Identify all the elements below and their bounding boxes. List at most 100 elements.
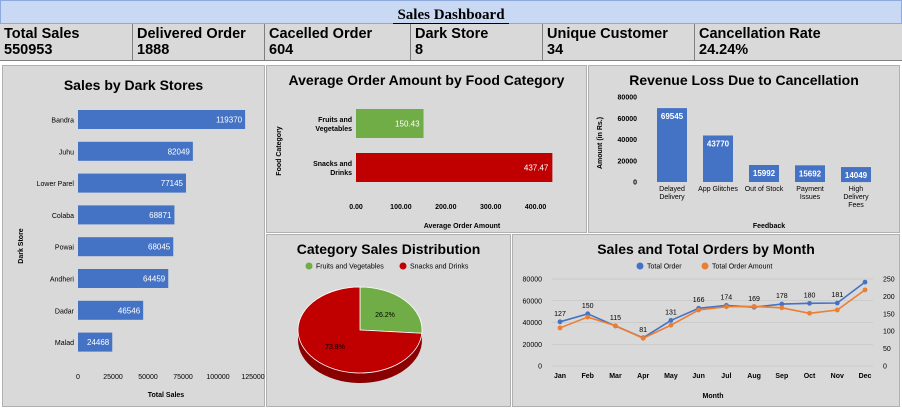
- x-tick-label: Dec: [859, 373, 872, 380]
- legend-swatch: [636, 262, 644, 270]
- x-axis-title: Month: [703, 393, 724, 400]
- x-tick-label: 100.00: [390, 204, 412, 211]
- x-tick-label: 300.00: [480, 204, 502, 211]
- x-tick-label: Aug: [747, 373, 761, 380]
- x-tick-label: Jun: [692, 373, 704, 380]
- x-axis-title: Average Order Amount: [424, 223, 501, 230]
- category-label: Juhu: [59, 149, 74, 156]
- y-tick-label: 0: [633, 180, 637, 187]
- category-label: Fees: [848, 202, 864, 209]
- data-label: 150.43: [395, 120, 420, 129]
- data-point: [668, 318, 674, 323]
- revenue-loss-chart: 02000040000600008000069545DelayedDeliver…: [597, 95, 871, 230]
- kpi-value: 604: [269, 42, 294, 58]
- data-label: 46546: [118, 306, 141, 315]
- kpi-label: Cacelled Order: [269, 26, 373, 42]
- data-label: 77145: [161, 179, 184, 188]
- category-label: High: [849, 186, 864, 193]
- data-point: [807, 300, 812, 306]
- category-label: App Glitches: [698, 186, 738, 193]
- x-axis-title: Feedback: [753, 223, 785, 230]
- category-label: Bandra: [51, 118, 74, 125]
- legend-label: Fruits and Vegetables: [316, 264, 384, 271]
- kpi-cancelled-order: Cacelled Order 604: [265, 24, 411, 61]
- data-label: 64459: [143, 275, 166, 284]
- x-tick-label: 400.00: [525, 204, 547, 211]
- data-label: 14049: [845, 171, 868, 180]
- x-tick-label: 0: [76, 374, 80, 381]
- kpi-dark-store: Dark Store 8: [411, 24, 543, 61]
- legend-swatch: [701, 262, 709, 270]
- data-point: [613, 323, 618, 329]
- category-label: Malad: [55, 340, 74, 347]
- panel-avg-order-amount: Average Order Amount by Food Category 15…: [266, 65, 587, 233]
- y-right-tick-label: 250: [883, 277, 895, 284]
- kpi-unique-customer: Unique Customer 34: [543, 24, 695, 61]
- y-left-tick-label: 80000: [523, 277, 543, 284]
- legend-label: Total Order Amount: [712, 264, 772, 271]
- y-left-tick-label: 40000: [523, 320, 543, 327]
- category-label: Delivery: [659, 194, 685, 201]
- x-tick-label: 200.00: [435, 204, 457, 211]
- sales-orders-month-chart: 0 20000 40000 60000 80000 0 50 100 150 200 250 Jan F…: [523, 262, 895, 400]
- avg-order-amount-chart: 150.43 Fruits and Vegetables 437.47 Snacks a…: [276, 109, 553, 230]
- data-label: 24468: [87, 338, 110, 347]
- category-label: Powai: [55, 245, 75, 252]
- y-axis-title: Food Category: [276, 126, 283, 175]
- kpi-value: 8: [415, 42, 424, 58]
- x-tick-label: 100000: [206, 374, 229, 381]
- kpi-label: Delivered Order: [137, 26, 246, 42]
- dashboard-title: Sales Dashboard: [393, 7, 509, 24]
- data-label: 174: [721, 294, 733, 301]
- x-tick-label: May: [664, 373, 678, 380]
- y-tick-label: 20000: [618, 158, 638, 165]
- legend-swatch: [305, 262, 313, 270]
- pie-slice: [359, 286, 423, 334]
- panel-sales-orders-month: Sales and Total Orders by Month 0 20000 40…: [512, 234, 900, 407]
- category-label: Dadar: [55, 308, 75, 315]
- y-right-tick-label: 200: [883, 294, 895, 301]
- series-line: [559, 289, 866, 340]
- bar: [356, 153, 553, 182]
- category-label: Lower Parel: [37, 181, 75, 188]
- data-label: 15992: [753, 169, 776, 178]
- data-label: 81: [639, 327, 647, 334]
- category-label: Fruits and: [318, 117, 352, 124]
- x-axis-title: Total Sales: [148, 392, 185, 399]
- x-tick-label: 125000: [241, 374, 264, 381]
- x-tick-label: Mar: [609, 373, 622, 380]
- data-point: [557, 319, 563, 325]
- category-label: Payment: [796, 186, 824, 193]
- y-axis-title: Amount (in Rs.): [597, 117, 604, 169]
- y-axis-title: Dark Store: [18, 228, 25, 264]
- category-label: Drinks: [330, 170, 352, 177]
- y-right-tick-label: 0: [883, 364, 887, 371]
- data-point: [557, 325, 563, 331]
- data-label: 69545: [661, 112, 684, 121]
- legend-swatch: [399, 262, 407, 270]
- x-tick-label: 50000: [138, 374, 158, 381]
- data-label: 68045: [148, 243, 171, 252]
- data-label: 181: [831, 292, 843, 299]
- x-tick-label: Sep: [775, 373, 788, 380]
- legend-label: Total Order: [647, 264, 682, 271]
- data-point: [862, 287, 868, 293]
- category-label: Out of Stock: [745, 186, 784, 193]
- x-tick-label: 0.00: [349, 204, 363, 211]
- kpi-label: Total Sales: [4, 26, 80, 42]
- data-point: [723, 304, 729, 310]
- kpi-cancellation-rate: Cancellation Rate 24.24%: [695, 24, 902, 61]
- series-line: [559, 281, 866, 339]
- category-label: Colaba: [52, 213, 74, 220]
- y-right-tick-label: 50: [883, 346, 891, 353]
- data-label: 68871: [149, 211, 172, 220]
- sales-by-dark-stores-chart: 119370 Bandra 82049 Juhu 77145 Lower Parel 688…: [18, 110, 265, 399]
- category-label: Andheri: [50, 277, 75, 284]
- y-left-tick-label: 60000: [523, 298, 543, 305]
- data-label: 150: [582, 303, 594, 310]
- pie-label: 26.2%: [375, 312, 395, 319]
- y-left-tick-label: 20000: [523, 342, 543, 349]
- kpi-label: Unique Customer: [547, 26, 668, 42]
- kpi-label: Cancellation Rate: [699, 26, 821, 42]
- y-tick-label: 40000: [618, 137, 638, 144]
